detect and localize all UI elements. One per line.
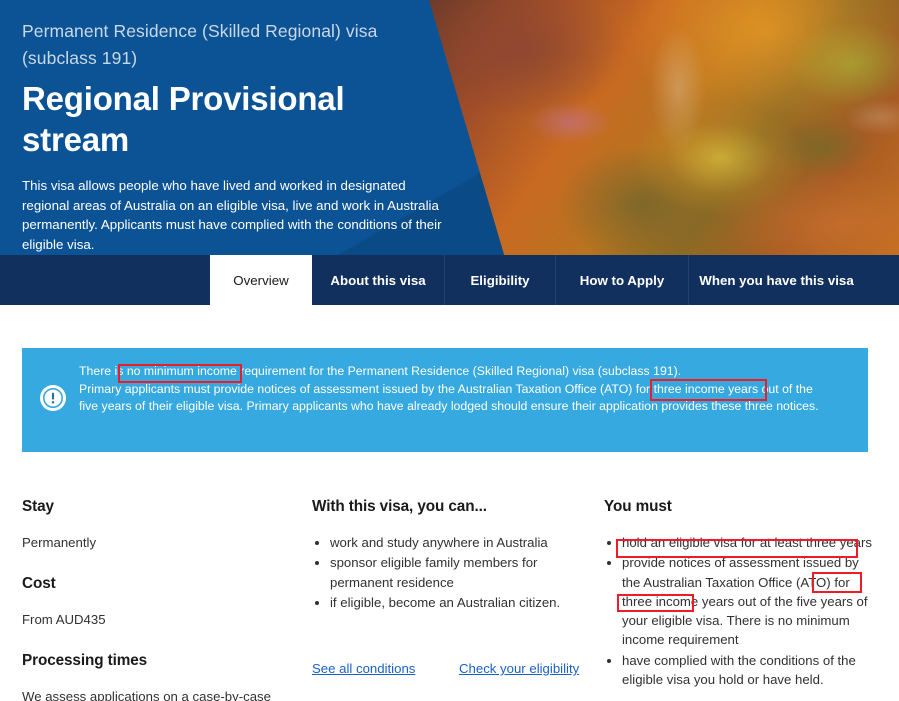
hero-content: Permanent Residence (Skilled Regional) v… — [0, 0, 470, 254]
list-visa-benefits: work and study anywhere in Australia spo… — [312, 533, 582, 612]
column-with-this-visa: With this visa, you can... work and stud… — [312, 497, 582, 676]
value-stay: Permanently — [22, 535, 97, 550]
heading-cost: Cost — [22, 575, 56, 592]
banner-line-3: five years of their eligible visa. Prima… — [79, 399, 819, 414]
column-visa-facts: Stay Permanently Cost From AUD435 Proces… — [22, 497, 292, 701]
list-item: work and study anywhere in Australia — [330, 533, 582, 552]
banner-line-2: Primary applicants must provide notices … — [79, 381, 813, 396]
tab-overview[interactable]: Overview — [210, 255, 312, 305]
tab-about-this-visa[interactable]: About this visa — [312, 255, 445, 305]
heading-you-must: You must — [604, 498, 672, 515]
tab-list: Overview About this visa Eligibility How… — [210, 255, 864, 305]
list-item: if eligible, become an Australian citize… — [330, 593, 582, 612]
page-title: Regional Provisional stream — [22, 80, 345, 158]
hero-landscape-image — [429, 0, 899, 255]
tab-bar: Overview About this visa Eligibility How… — [0, 255, 899, 305]
link-check-your-eligibility[interactable]: Check your eligibility — [459, 661, 579, 676]
tab-how-to-apply[interactable]: How to Apply — [556, 255, 689, 305]
list-item: hold an eligible visa for at least three… — [622, 533, 874, 552]
visa-subclass-eyebrow: Permanent Residence (Skilled Regional) v… — [22, 21, 378, 68]
banner-line-1: There is no minimum income requirement f… — [79, 364, 682, 378]
list-item: sponsor eligible family members for perm… — [330, 553, 582, 592]
heading-with-this-visa: With this visa, you can... — [312, 498, 487, 515]
value-cost: From AUD435 — [22, 612, 106, 627]
value-processing-times: We assess applications on a case-by-case… — [22, 689, 271, 701]
list-requirements: hold an eligible visa for at least three… — [604, 533, 874, 689]
hero-description: This visa allows people who have lived a… — [22, 178, 442, 252]
info-banner: There is no minimum income requirement f… — [22, 348, 868, 452]
tab-eligibility[interactable]: Eligibility — [445, 255, 556, 305]
column-you-must: You must hold an eligible visa for at le… — [604, 497, 874, 690]
link-see-all-conditions[interactable]: See all conditions — [312, 661, 415, 676]
page-root: Permanent Residence (Skilled Regional) v… — [0, 0, 899, 701]
exclamation-circle-icon — [40, 385, 66, 411]
list-item: have complied with the conditions of the… — [622, 651, 874, 690]
heading-stay: Stay — [22, 498, 54, 515]
list-item: provide notices of assessment issued by … — [622, 553, 874, 649]
tab-when-you-have-this-visa[interactable]: When you have this visa — [689, 255, 864, 305]
hero-section: Permanent Residence (Skilled Regional) v… — [0, 0, 899, 255]
heading-processing-times: Processing times — [22, 652, 148, 669]
info-banner-text: There is no minimum income requirement f… — [79, 363, 851, 416]
